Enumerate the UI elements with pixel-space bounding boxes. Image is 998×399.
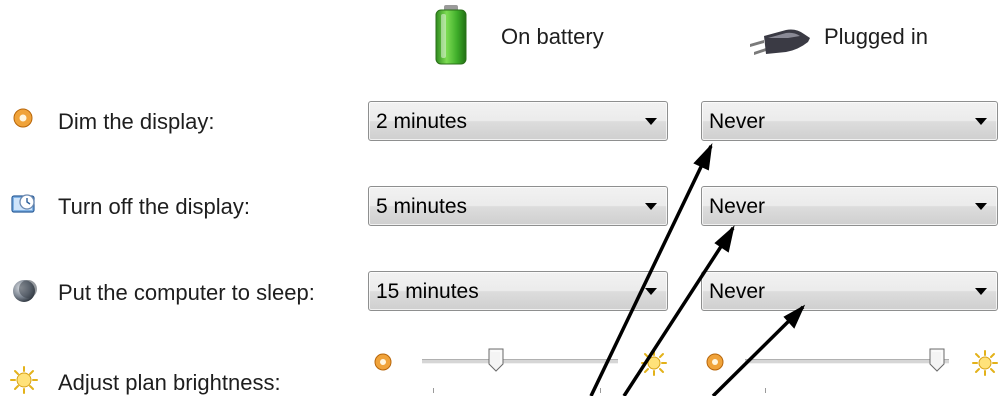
turn-off-display-label: Turn off the display: [58,194,250,219]
chevron-down-icon [645,118,657,125]
selected-value: 5 minutes [376,195,468,218]
selected-value: Never [709,195,766,218]
annotation-arrow-head [714,225,735,253]
brightness-low-icon [373,352,393,372]
brightness-label: Adjust plan brightness: [58,370,281,395]
slider-tick [765,388,766,393]
on-battery-brightness-thumb[interactable] [488,348,504,372]
sleep-label: Put the computer to sleep: [58,280,315,305]
selected-value: 15 minutes [376,280,479,303]
plugged-in-brightness-track[interactable] [745,359,949,364]
selected-value: Never [709,280,766,303]
display-off-icon [10,190,38,218]
dim-display-plugged-in-select[interactable]: Never [701,101,998,141]
brightness-sun-icon [10,366,38,394]
selected-value: Never [709,110,766,133]
dim-display-label: Dim the display: [58,109,215,134]
on-battery-header: On battery [501,24,604,49]
annotation-arrow [711,305,805,396]
slider-tick [600,388,601,393]
dim-display-icon [12,107,34,129]
turn-off-display-on-battery-select[interactable]: 5 minutes [368,186,668,226]
brightness-high-icon [972,350,998,376]
plugged-in-brightness-thumb[interactable] [929,348,945,372]
battery-icon [433,4,469,66]
brightness-high-icon [641,350,667,376]
slider-tick [433,388,434,393]
sleep-icon [10,277,38,305]
annotation-arrow-head [693,143,713,171]
chevron-down-icon [975,288,987,295]
turn-off-display-plugged-in-select[interactable]: Never [701,186,998,226]
sleep-on-battery-select[interactable]: 15 minutes [368,271,668,311]
power-plug-icon [748,22,812,58]
chevron-down-icon [645,203,657,210]
chevron-down-icon [975,203,987,210]
brightness-low-icon [705,352,725,372]
on-battery-brightness-track[interactable] [422,359,618,364]
sleep-plugged-in-select[interactable]: Never [701,271,998,311]
dim-display-on-battery-select[interactable]: 2 minutes [368,101,668,141]
selected-value: 2 minutes [376,110,468,133]
plugged-in-header: Plugged in [824,24,928,49]
chevron-down-icon [645,288,657,295]
chevron-down-icon [975,118,987,125]
